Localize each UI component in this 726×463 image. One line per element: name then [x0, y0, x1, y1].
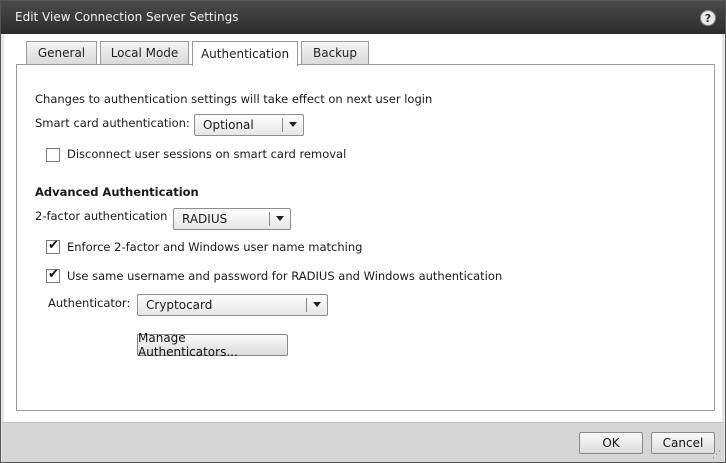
select-separator: [306, 298, 307, 312]
dialog-footer: OK Cancel ⋰: [2, 422, 724, 462]
enforce-checkbox[interactable]: ✔: [46, 238, 60, 254]
check-icon: ✔: [48, 238, 59, 253]
two-factor-value: RADIUS: [182, 212, 228, 226]
disconnect-label: Disconnect user sessions on smart card r…: [67, 147, 347, 161]
smart-card-value: Optional: [203, 118, 254, 132]
login-notice: Changes to authentication settings will …: [35, 92, 433, 106]
dialog-window: Edit View Connection Server Settings ? G…: [0, 0, 726, 463]
advanced-auth-heading: Advanced Authentication: [35, 185, 199, 199]
tab-backup[interactable]: Backup: [301, 41, 369, 64]
smart-card-label: Smart card authentication:: [35, 116, 190, 130]
chevron-down-icon: [276, 216, 284, 221]
cancel-button[interactable]: Cancel: [651, 432, 715, 454]
chevron-down-icon: [313, 302, 321, 307]
tab-general[interactable]: General: [26, 41, 97, 64]
authenticator-label: Authenticator:: [48, 296, 131, 310]
help-icon[interactable]: ?: [700, 10, 716, 26]
enforce-label: Enforce 2-factor and Windows user name m…: [67, 240, 363, 254]
authentication-panel: Changes to authentication settings will …: [16, 64, 715, 411]
authenticator-value: Cryptocard: [146, 298, 213, 312]
authenticator-select[interactable]: Cryptocard: [137, 294, 328, 316]
dialog-title: Edit View Connection Server Settings: [15, 10, 239, 24]
same-credentials-label: Use same username and password for RADIU…: [67, 269, 503, 283]
select-separator: [269, 212, 270, 226]
resize-grip-icon[interactable]: ⋰: [712, 450, 722, 460]
manage-authenticators-button[interactable]: Manage Authenticators...: [137, 331, 288, 359]
select-separator: [282, 118, 283, 132]
title-bar[interactable]: Edit View Connection Server Settings ?: [1, 1, 725, 34]
ok-button[interactable]: OK: [579, 432, 643, 454]
chevron-down-icon: [289, 122, 297, 127]
tab-authentication[interactable]: Authentication: [192, 41, 298, 66]
disconnect-checkbox[interactable]: [46, 148, 60, 162]
check-icon: ✔: [48, 267, 59, 282]
two-factor-select[interactable]: RADIUS: [173, 208, 291, 230]
same-credentials-checkbox[interactable]: ✔: [46, 267, 60, 283]
tab-local-mode[interactable]: Local Mode: [100, 41, 189, 64]
smart-card-select[interactable]: Optional: [194, 114, 304, 136]
two-factor-label: 2-factor authentication: [35, 209, 168, 223]
